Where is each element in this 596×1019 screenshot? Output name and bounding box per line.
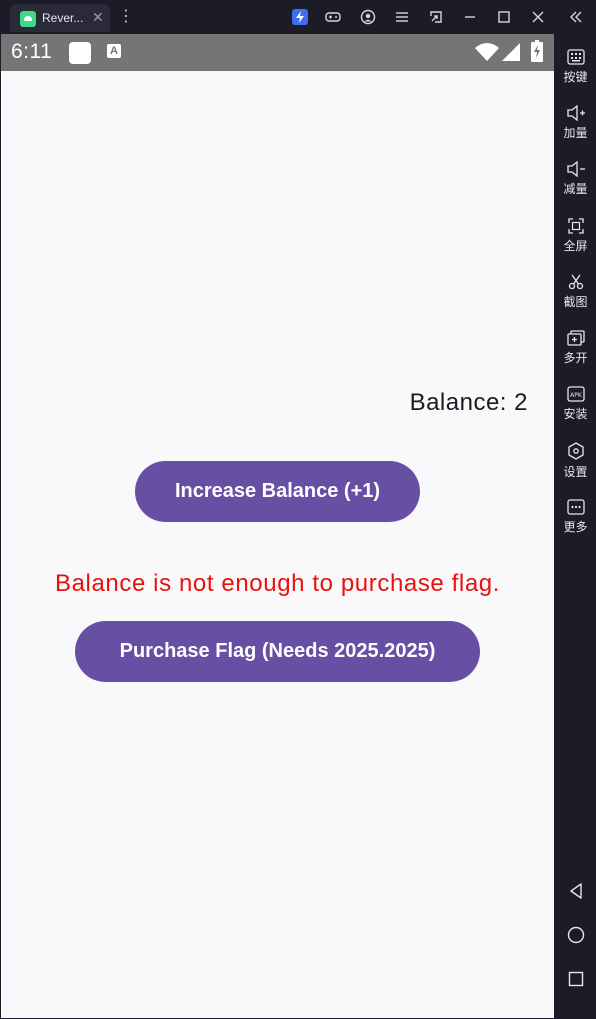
sidebar-item-screenshot[interactable]: 截图	[555, 274, 596, 324]
tab-title: Rever...	[42, 11, 84, 25]
android-app-icon	[20, 11, 36, 27]
home-icon	[567, 926, 584, 944]
notification-a-icon: A	[107, 44, 121, 58]
emulator-sidebar: 按键 加量 减量 全屏 截图 多开 APK 安装 设置 更多	[555, 34, 596, 1019]
sidebar-item-settings[interactable]: 设置	[555, 442, 596, 492]
sidebar-item-label: 截图	[563, 295, 588, 309]
sidebar-item-label: 全屏	[563, 239, 588, 253]
sidebar-item-keys[interactable]: 按键	[555, 49, 596, 99]
sidebar-item-volume-down[interactable]: 减量	[555, 161, 596, 211]
sidebar-item-install[interactable]: APK 安装	[555, 386, 596, 436]
volume-up-icon	[566, 105, 585, 121]
scissors-icon	[568, 274, 583, 290]
sidebar-item-volume-up[interactable]: 加量	[555, 105, 596, 155]
status-bar: 6:11 A	[1, 34, 554, 71]
keyboard-icon	[566, 49, 585, 65]
increase-balance-button[interactable]: Increase Balance (+1)	[135, 461, 420, 522]
back-icon	[569, 883, 582, 899]
sidebar-item-label: 更多	[563, 520, 588, 534]
sidebar-item-label: 多开	[563, 351, 588, 365]
collapse-sidebar-icon[interactable]	[567, 8, 585, 26]
minimize-icon[interactable]	[461, 8, 479, 26]
nav-home-button[interactable]	[555, 926, 596, 950]
battery-icon	[531, 40, 543, 62]
notification-icon	[69, 42, 91, 64]
sidebar-item-multi-instance[interactable]: 多开	[555, 330, 596, 380]
sidebar-item-label: 设置	[563, 465, 588, 479]
settings-icon	[567, 442, 584, 460]
window-resize-icon[interactable]	[427, 8, 445, 26]
nav-back-button[interactable]	[555, 882, 596, 906]
purchase-flag-button[interactable]: Purchase Flag (Needs 2025.2025)	[75, 621, 480, 682]
volume-down-icon	[566, 161, 585, 177]
emulator-title-bar: Rever... ✕ ⋮	[0, 0, 596, 34]
close-icon[interactable]	[529, 8, 547, 26]
wifi-icon	[475, 43, 499, 61]
sidebar-item-label: 加量	[563, 126, 588, 140]
svg-text:APK: APK	[570, 392, 583, 399]
sidebar-item-more[interactable]: 更多	[555, 499, 596, 549]
menu-icon[interactable]	[393, 8, 411, 26]
app-tab[interactable]: Rever... ✕	[10, 4, 110, 32]
sidebar-item-label: 减量	[563, 182, 588, 196]
more-options-icon[interactable]: ⋮	[118, 6, 134, 28]
error-message: Balance is not enough to purchase flag.	[54, 570, 501, 597]
recents-icon	[568, 971, 583, 987]
lightning-icon[interactable]	[291, 8, 309, 26]
status-time: 6:11	[11, 40, 53, 63]
account-icon[interactable]	[359, 8, 377, 26]
gamepad-icon[interactable]	[324, 8, 342, 26]
balance-label: Balance: 2	[409, 389, 528, 416]
nav-recents-button[interactable]	[555, 971, 596, 995]
sidebar-item-label: 按键	[563, 70, 588, 84]
android-screen: 6:11 A Balance: 2 Increase Balance (+1) …	[1, 34, 554, 1018]
sidebar-item-label: 安装	[563, 407, 588, 421]
fullscreen-icon	[567, 218, 584, 234]
cell-signal-icon	[502, 43, 520, 61]
apk-install-icon: APK	[566, 386, 585, 402]
multi-instance-icon	[566, 330, 585, 346]
more-icon	[566, 499, 585, 515]
sidebar-item-fullscreen[interactable]: 全屏	[555, 218, 596, 268]
maximize-icon[interactable]	[495, 8, 513, 26]
tab-close-icon[interactable]: ✕	[92, 9, 104, 26]
